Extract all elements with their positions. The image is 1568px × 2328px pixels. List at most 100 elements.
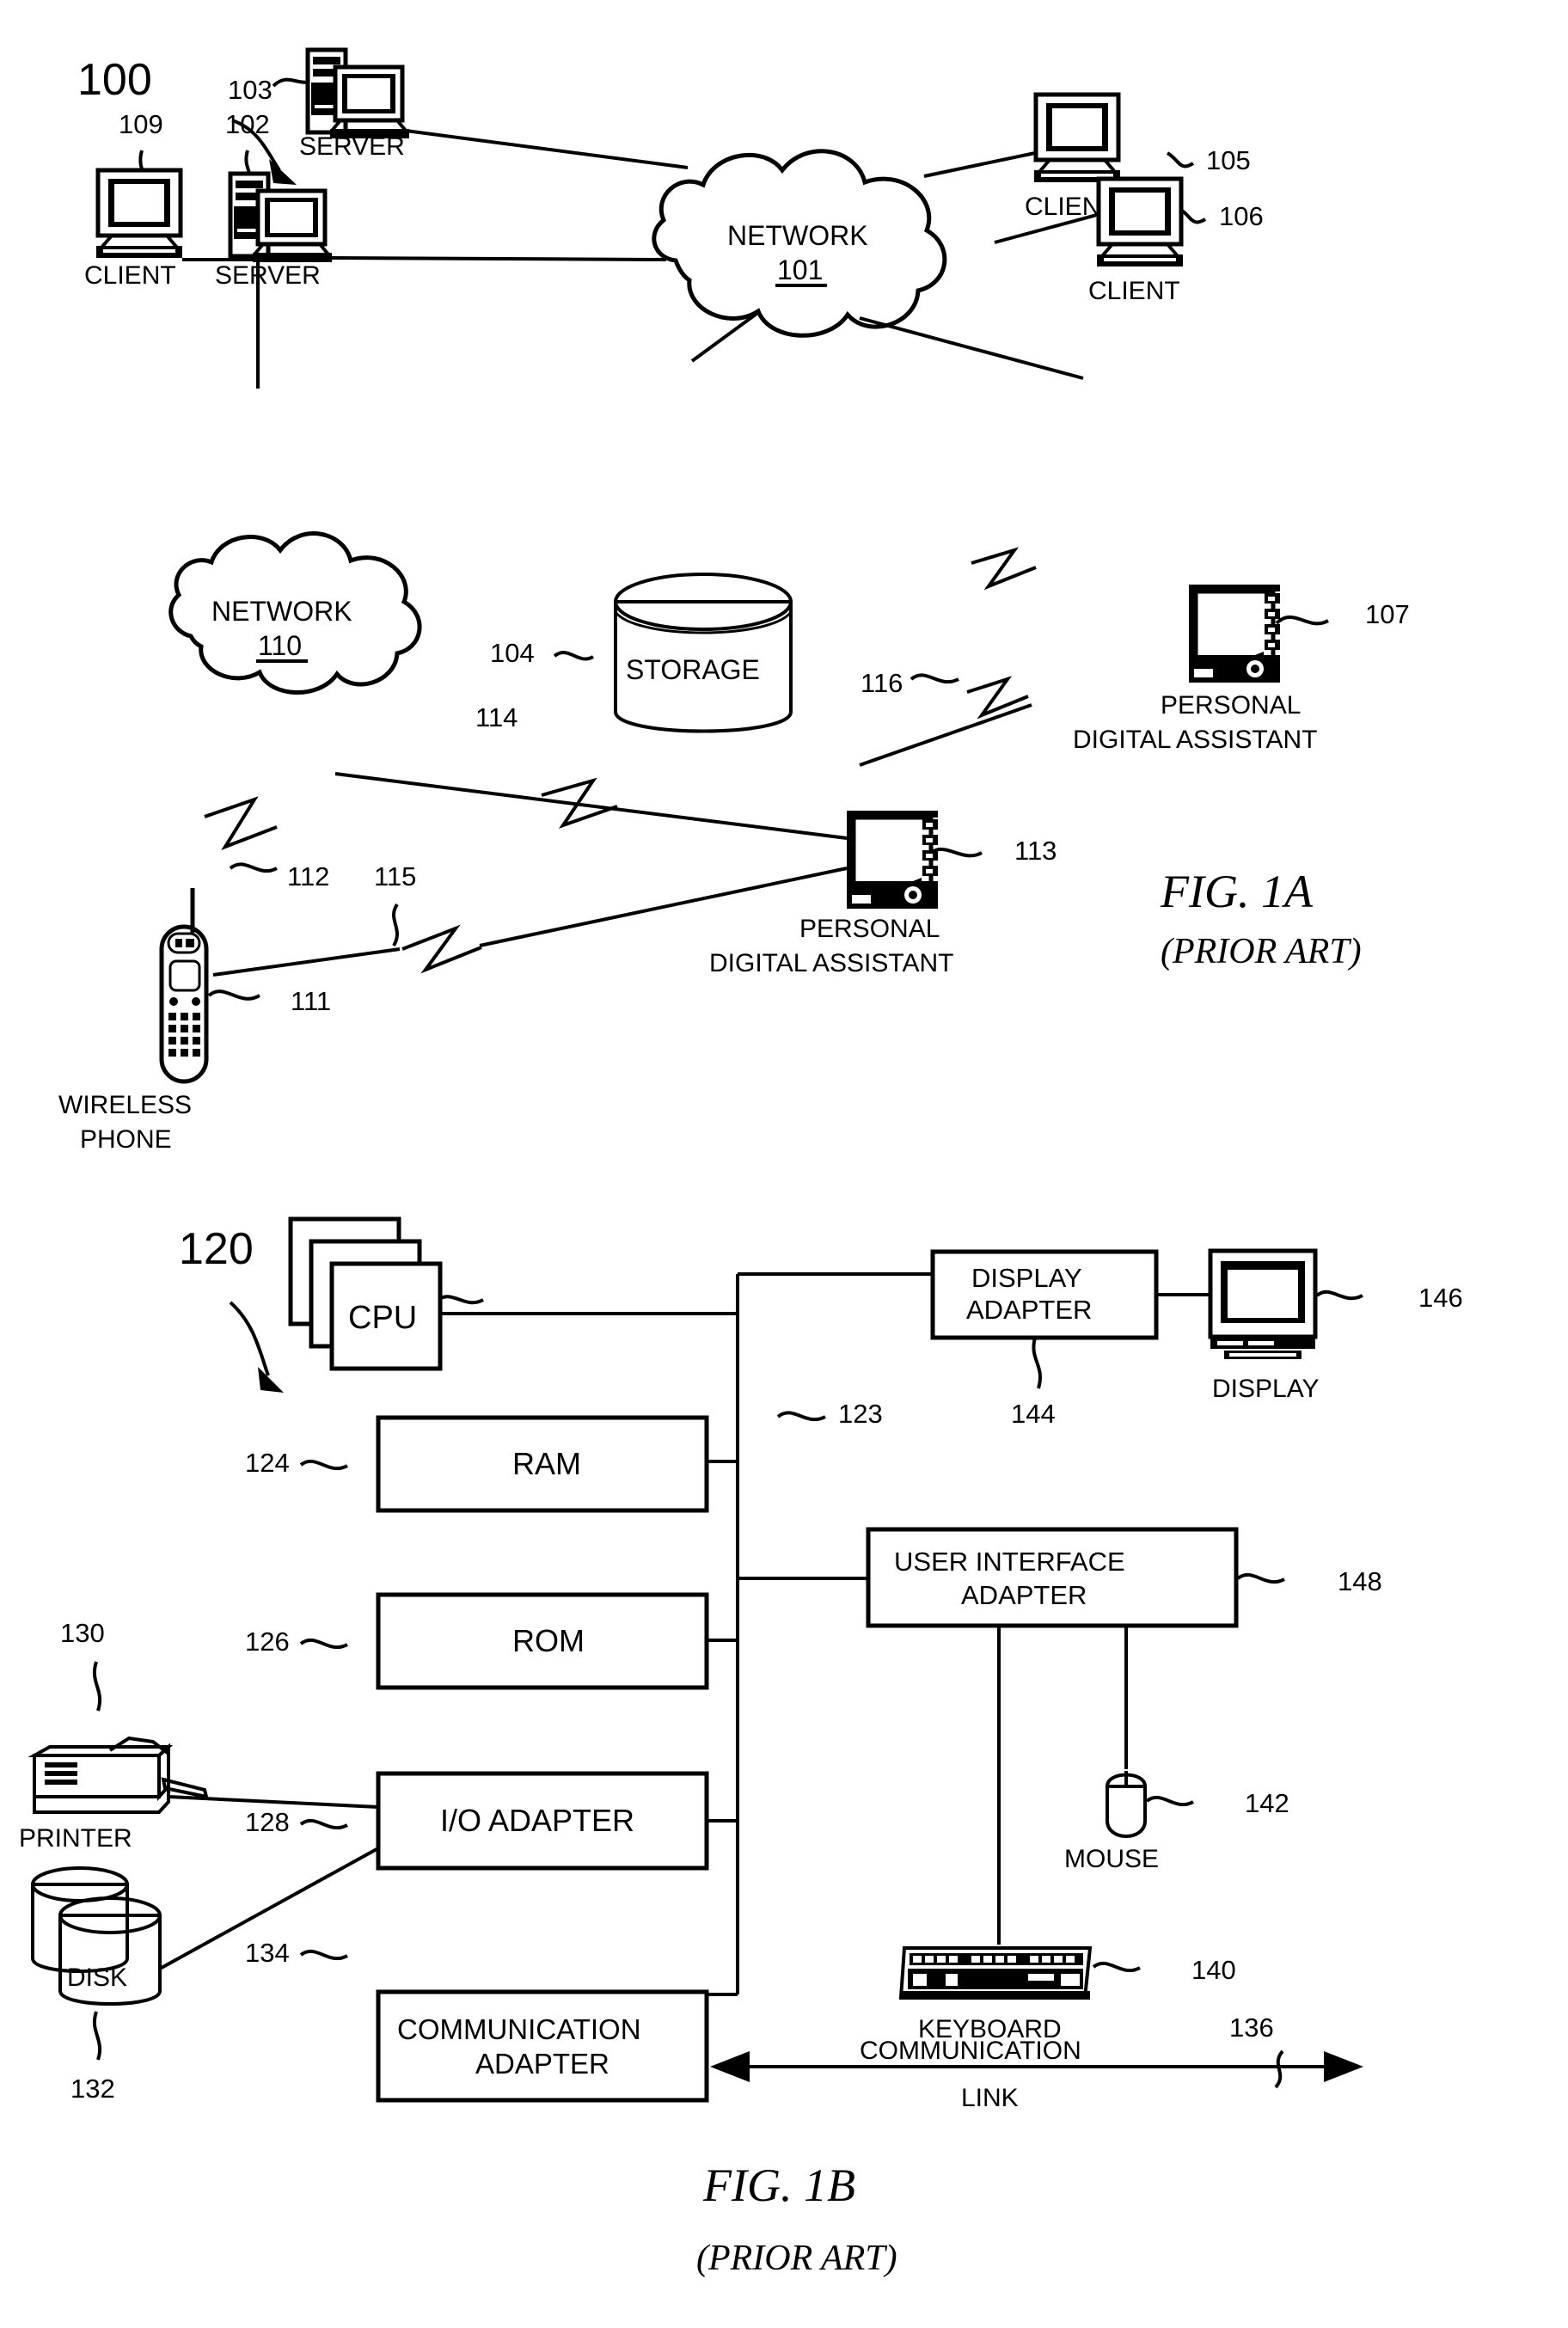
comm-adapter-label-1: COMMUNICATION [397,2013,641,2045]
io-adapter-label: I/O ADAPTER [440,1803,634,1838]
pda-113-label-1: PERSONAL [799,915,940,943]
ref-105-leader [1166,151,1195,168]
ref-104-leader [553,651,594,661]
ref-105: 105 [1206,145,1251,175]
link-116-pda107 [859,703,1032,767]
phone-label-2: PHONE [80,1125,172,1154]
disk-label: DISK [67,1963,127,1992]
ref-124-leader [299,1459,348,1471]
ref-112-leader [229,862,278,873]
ref-142-leader [1145,1795,1194,1807]
link-103-cloud [405,129,689,169]
ref-142: 142 [1245,1788,1289,1818]
ref-100: 100 [77,55,152,105]
monitor-icon-146 [1208,1248,1318,1359]
ref-126: 126 [245,1627,290,1657]
printer-label: PRINTER [19,1824,132,1853]
pda-113-label-2: DIGITAL ASSISTANT [709,949,954,977]
ref-107: 107 [1365,599,1410,629]
pda-107-label-2: DIGITAL ASSISTANT [1073,726,1318,754]
display-label: DISPLAY [1212,1375,1320,1403]
ref-104: 104 [490,638,535,668]
fig-1a-caption: FIG. 1A [1160,866,1314,917]
ref-120-leader [229,1301,270,1376]
fig-1b-caption-sub: (PRIOR ART) [696,2239,897,2278]
ref-126-leader [299,1638,348,1650]
comm-link-label-2: LINK [961,2084,1019,2112]
ref-130-leader [92,1661,102,1712]
ref-144-leader [1032,1337,1042,1389]
link-102-cloud [331,256,667,261]
pda-icon-107 [1189,585,1280,683]
ref-130: 130 [60,1618,105,1648]
desktop-computer-icon-106 [1096,176,1184,266]
server-tower-icon-102 [228,171,333,262]
user-interface-adapter-block-148: USER INTERFACE ADAPTER [866,1527,1239,1628]
ref-114: 114 [475,702,518,732]
phone-label-1: WIRELESS [58,1091,192,1119]
ref-115-leader [392,903,399,947]
mouse-icon-142 [1106,1771,1147,1838]
printer-icon-130 [28,1736,209,1814]
link-printer-io [168,1795,379,1809]
mobile-phone-icon-111 [159,888,209,1084]
rom-label: ROM [512,1623,585,1658]
ref-140-leader [1092,1961,1141,1973]
ref-111-leader [207,989,261,1001]
node-label-109: CLIENT [84,261,176,290]
ref-116-leader [910,673,959,684]
comm-link-arrow-left [710,2051,750,2082]
cloud-101-name: NETWORK [727,220,868,251]
ref-112: 112 [287,861,329,891]
ref-122-leader [435,1295,484,1305]
comm-link-label-1: COMMUNICATION [860,2037,1081,2065]
display-adapter-block-144: DISPLAY ADAPTER [930,1249,1159,1340]
pda-icon-113 [847,811,938,909]
cloud-110-name: NETWORK [211,596,352,627]
figure-canvas: 100 109 CLIENT 102 SERVER 103 SERVER 105… [19,47,1463,2278]
fig-1b-group: 120 122 CPU 123 DISPLAY ADAPTER [19,1216,1463,2278]
wireless-bolt-116 [971,547,1037,591]
ui-adapter-label-1: USER INTERFACE [894,1547,1125,1577]
desktop-computer-icon-109 [95,168,183,258]
cloud-network-110: NETWORK 110 [168,531,422,695]
ref-144: 144 [1011,1399,1056,1429]
node-label-103: SERVER [299,132,405,161]
cloud-110-ref: 110 [258,630,302,661]
communication-adapter-block-134: COMMUNICATION ADAPTER [376,1989,709,2103]
fig-1a-group: 100 109 CLIENT 102 SERVER 103 SERVER 105… [58,47,1410,1154]
cloud-101-ref: 101 [777,254,823,285]
ref-136-leader [1274,2049,1284,2089]
ref-132-leader [92,2011,102,2061]
cpu-stacked-boxes-122: CPU [288,1216,443,1371]
display-adapter-label-1: DISPLAY [971,1263,1082,1293]
ref-140: 140 [1191,1955,1236,1985]
cpu-label: CPU [348,1300,417,1336]
ref-123-leader [776,1411,826,1422]
wireless-bolt-115 [401,924,482,974]
ref-146: 146 [1418,1283,1463,1313]
ref-102: 102 [225,109,270,139]
ref-124: 124 [245,1448,290,1478]
wireless-bolt-114 [541,777,618,829]
pda-107-label-1: PERSONAL [1161,691,1301,720]
ref-148: 148 [1338,1566,1382,1596]
ref-120-arrowhead [258,1367,284,1393]
fig-1a-caption-sub: (PRIOR ART) [1161,932,1362,971]
link-115-a [212,947,401,977]
node-label-106: CLIENT [1088,277,1180,305]
ref-113: 113 [1014,836,1057,866]
storage-label: STORAGE [626,654,760,685]
cloud-network-101: NETWORK 101 [652,149,947,338]
ref-148-leader [1236,1572,1285,1584]
storage-cylinder-icon-104: STORAGE [614,573,793,733]
rom-block-126: ROM [376,1592,709,1690]
ram-label: RAM [512,1446,581,1481]
disk-stack-icon-132: DISK [31,1866,162,2006]
ui-adapter-label-2: ADAPTER [961,1580,1087,1610]
server-tower-icon-103 [305,47,410,138]
ref-100-arrowhead [269,159,297,185]
patent-figure-page: 100 109 CLIENT 102 SERVER 103 SERVER 105… [0,0,1568,2328]
ref-103: 103 [228,75,273,105]
ref-128-leader [299,1818,348,1830]
